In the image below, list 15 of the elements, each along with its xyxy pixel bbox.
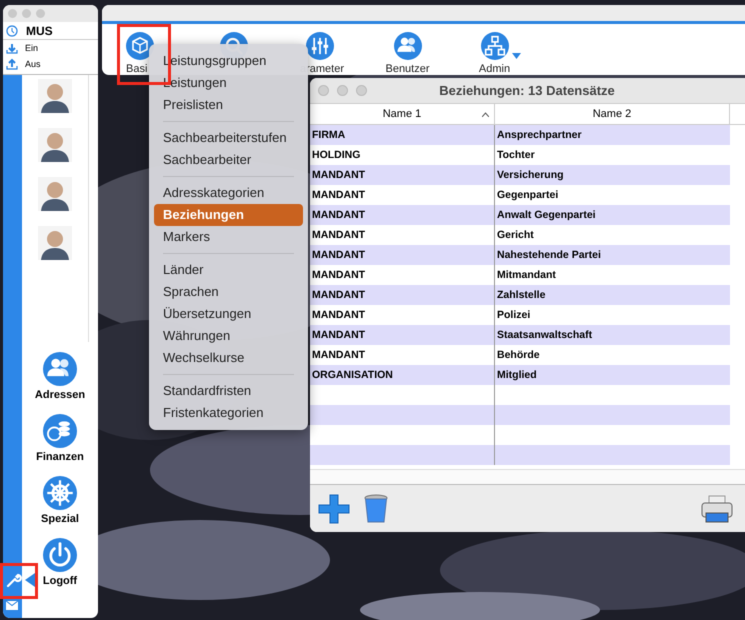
table-cell-text: Tochter	[496, 148, 536, 163]
table-cell-text: Staatsanwaltschaft	[496, 328, 594, 343]
table-cell-text: Ansprechpartner	[496, 128, 583, 143]
table-cell-text: Mitglied	[496, 368, 538, 383]
table-cell-text: Nahestehende Partei	[496, 248, 602, 263]
table-cell-text: Mitmandant	[496, 268, 557, 283]
account-name: MUS	[26, 24, 53, 38]
table-cell-text: Zahlstelle	[496, 288, 546, 303]
window-title: Beziehungen: 13 Datensätze	[439, 83, 615, 98]
table-cell-text: Behörde	[496, 348, 541, 363]
table-cell-text: Gegenpartei	[496, 188, 560, 203]
table-cell-text: Polizei	[496, 308, 532, 323]
table-cell-text: Versicherung	[496, 168, 565, 183]
table-cell-text: Anwalt Gegenpartei	[496, 208, 597, 223]
table-cell-text: Gericht	[496, 228, 535, 243]
